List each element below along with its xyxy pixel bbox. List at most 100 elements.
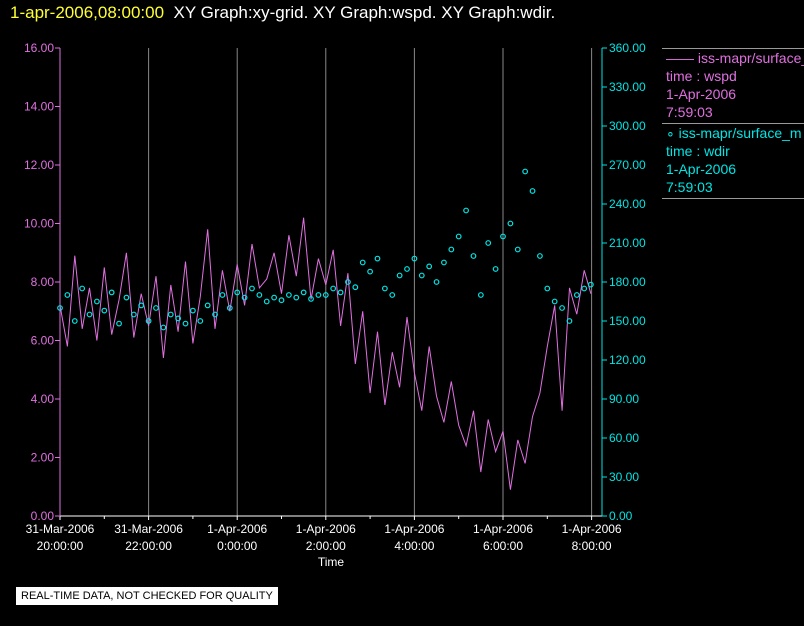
series-wdir-point — [529, 188, 536, 194]
x-tick-label-time: 22:00:00 — [125, 539, 172, 553]
series-wdir-point — [544, 285, 551, 292]
series-wdir-point — [559, 305, 565, 311]
x-tick-label-time: 20:00:00 — [37, 539, 84, 553]
legend-title: ∘ iss-mapr/surface_m — [666, 125, 802, 141]
series-wdir-point — [116, 320, 122, 327]
x-tick-label-date: 1-Apr-2006 — [562, 522, 622, 536]
y-left-tick-label: 16.00 — [24, 41, 54, 55]
x-tick-label-time: 0:00:00 — [217, 539, 257, 553]
x-tick-label-time: 2:00:00 — [306, 539, 346, 553]
y-right-tick-label: 300.00 — [609, 119, 646, 133]
quality-note: REAL-TIME DATA, NOT CHECKED FOR QUALITY — [16, 587, 278, 605]
series-wdir-point — [514, 246, 521, 253]
series-wdir-point — [219, 292, 226, 298]
x-tick-label-time: 4:00:00 — [394, 539, 434, 553]
series-wdir-point — [123, 294, 130, 301]
series-wdir-point — [182, 320, 189, 327]
series-wdir-point — [485, 240, 492, 246]
y-left-tick-label: 12.00 — [24, 158, 54, 172]
series-wdir-point — [418, 272, 425, 279]
y-left-tick-label: 6.00 — [31, 334, 55, 348]
series-wdir-point — [389, 292, 396, 298]
series-wdir-point — [573, 292, 580, 298]
legend: —— iss-mapr/surface_mtime : wspd 1-Apr-20… — [662, 48, 804, 199]
y-left-tick-label: 14.00 — [24, 100, 54, 114]
series-wdir-point — [492, 266, 499, 272]
x-tick-label-date: 1-Apr-2006 — [207, 522, 267, 536]
legend-line: time : wspd — [666, 68, 737, 84]
series-wdir-point — [426, 263, 433, 270]
series-wdir-point — [374, 255, 381, 262]
series-wdir-point — [367, 268, 374, 275]
legend-entry: —— iss-mapr/surface_mtime : wspd 1-Apr-20… — [662, 48, 804, 123]
series-wdir-point — [249, 285, 255, 292]
series-wdir-point — [263, 298, 270, 305]
series-wdir-point — [587, 281, 594, 288]
series-wdir-point — [441, 259, 447, 266]
legend-line: 1-Apr-2006 — [666, 86, 737, 102]
series-wdir-point — [271, 294, 278, 301]
series-wdir-point — [160, 324, 167, 331]
series-wdir-point — [300, 289, 307, 296]
series-wdir-point — [537, 253, 543, 259]
y-left-tick-label: 0.00 — [31, 509, 55, 523]
series-wdir-point — [470, 253, 477, 259]
series-wdir-point — [551, 298, 558, 305]
series-wdir-point — [167, 311, 174, 318]
x-tick-label-date: 31-Mar-2006 — [114, 522, 183, 536]
series-wdir-point — [94, 298, 100, 305]
x-tick-label-date: 31-Mar-2006 — [26, 522, 95, 536]
series-wdir-point — [79, 285, 86, 292]
series-wdir-point — [581, 285, 588, 292]
series-wdir-point — [507, 220, 514, 227]
series-wdir-point — [463, 207, 469, 214]
series-wdir-point — [337, 289, 344, 296]
x-tick-label-time: 6:00:00 — [483, 539, 523, 553]
y-right-tick-label: 120.00 — [609, 353, 646, 367]
x-tick-label-date: 1-Apr-2006 — [296, 522, 356, 536]
series-wdir-point — [381, 285, 388, 292]
series-wdir-point — [256, 292, 263, 298]
series-wdir-point — [293, 294, 300, 301]
y-right-tick-label: 240.00 — [609, 197, 646, 211]
series-wdir-point — [189, 307, 196, 314]
series-wdir-point — [197, 318, 204, 324]
series-wdir-point — [396, 272, 403, 279]
series-wdir-point — [455, 233, 462, 240]
y-left-tick-label: 4.00 — [31, 392, 55, 406]
series-wdir-point — [404, 266, 410, 272]
legend-entry: ∘ iss-mapr/surface_m time : wdir 1-Apr-200… — [662, 123, 804, 199]
series-wdir-point — [278, 297, 285, 304]
legend-line: time : wdir — [666, 143, 730, 159]
x-tick-label-date: 1-Apr-2006 — [473, 522, 533, 536]
y-left-tick-label: 2.00 — [31, 451, 55, 465]
series-wdir-point — [285, 292, 292, 298]
y-right-tick-label: 60.00 — [609, 431, 639, 445]
y-right-tick-label: 360.00 — [609, 41, 646, 55]
y-right-tick-label: 210.00 — [609, 236, 646, 250]
y-right-tick-label: 330.00 — [609, 80, 646, 94]
series-wdir-point — [330, 285, 337, 292]
y-left-tick-label: 8.00 — [31, 275, 55, 289]
y-right-tick-label: 180.00 — [609, 275, 646, 289]
series-wdir-point — [204, 302, 211, 309]
y-left-tick-label: 10.00 — [24, 217, 54, 231]
series-wdir-point — [433, 279, 440, 285]
series-wdir-point — [522, 168, 529, 175]
x-tick-label-time: 8:00:00 — [572, 539, 612, 553]
y-right-tick-label: 90.00 — [609, 392, 639, 406]
series-wdir-point — [71, 318, 78, 324]
series-wdir-point — [108, 289, 115, 296]
series-wdir-point — [86, 311, 93, 318]
x-axis-label: Time — [318, 555, 345, 569]
y-right-tick-label: 30.00 — [609, 470, 639, 484]
series-wdir-point — [315, 292, 322, 298]
legend-title: —— iss-mapr/surface_m — [666, 50, 804, 66]
y-right-tick-label: 150.00 — [609, 314, 646, 328]
series-wdir-point — [101, 307, 108, 314]
legend-line: 7:59:03 — [666, 104, 713, 120]
series-wdir-point — [359, 259, 366, 266]
series-wdir-point — [352, 284, 359, 291]
y-right-tick-label: 0.00 — [609, 509, 633, 523]
series-wdir-point — [477, 292, 484, 298]
